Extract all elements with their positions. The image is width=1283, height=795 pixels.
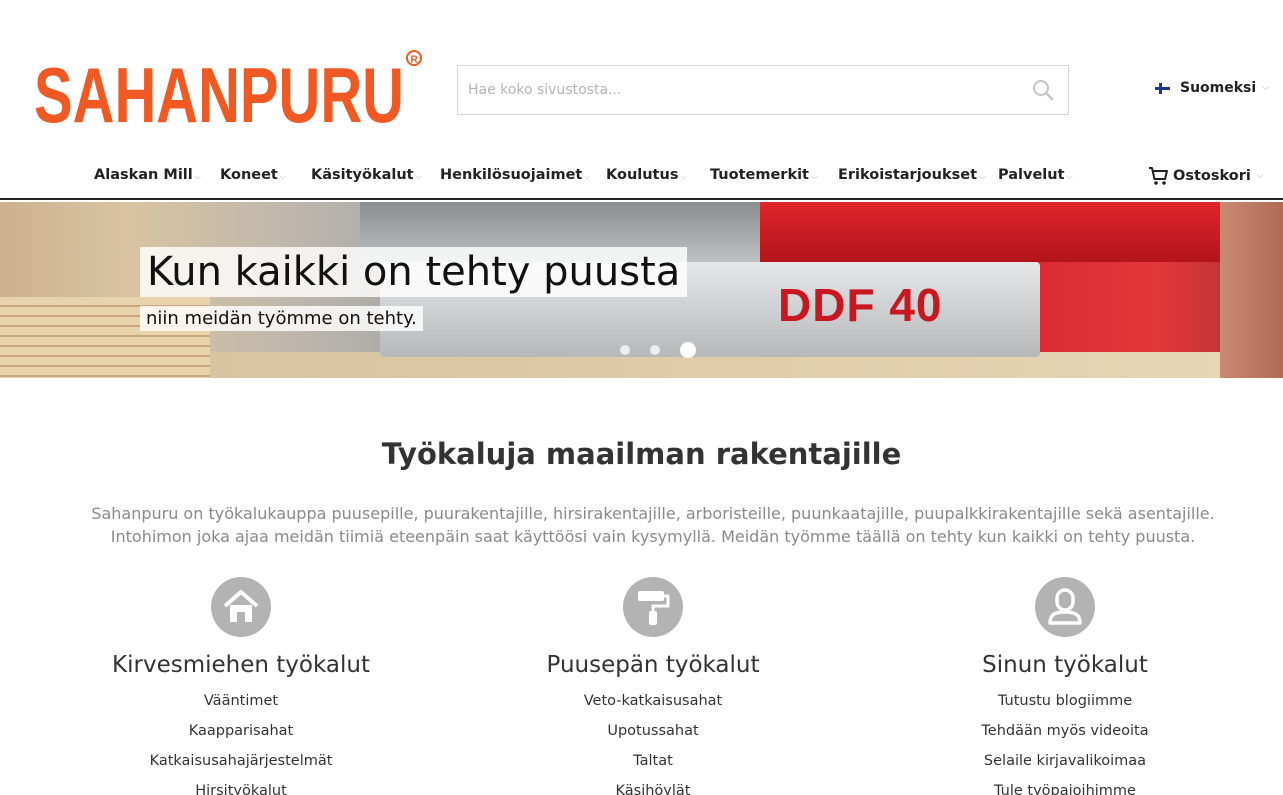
column-link[interactable]: Tule työpajoihimme bbox=[895, 776, 1235, 795]
nav-item-label: Käsityökalut bbox=[311, 167, 414, 183]
main-navigation: Alaskan Mill ⌵ Koneet ⌵ Käsityökalut ⌵ Henk… bbox=[0, 150, 1283, 200]
hero-title: Kun kaikki on tehty puusta bbox=[140, 247, 688, 297]
column-link[interactable]: Katkaisusahajärjestelmät bbox=[71, 746, 411, 776]
search-box bbox=[457, 65, 1069, 115]
slider-dot[interactable] bbox=[650, 345, 660, 355]
category-column-user: Sinun työkalut Tutustu blogiimme Tehdään… bbox=[895, 577, 1235, 795]
slider-dot[interactable] bbox=[620, 345, 630, 355]
nav-item-label: Koulutus bbox=[606, 167, 679, 183]
column-link[interactable]: Vääntimet bbox=[71, 686, 411, 716]
nav-item-label: Palvelut bbox=[998, 167, 1065, 183]
language-label: Suomeksi bbox=[1180, 80, 1257, 96]
intro-title: Työkaluja maailman rakentajille bbox=[381, 437, 902, 471]
finland-flag-icon bbox=[1155, 82, 1170, 94]
column-title: Sinun työkalut bbox=[982, 652, 1148, 678]
column-title: Kirvesmiehen työkalut bbox=[112, 652, 370, 678]
nav-item-label: Alaskan Mill bbox=[94, 167, 193, 183]
column-link[interactable]: Selaile kirjavalikoimaa bbox=[895, 746, 1235, 776]
site-header: SAHANPURU R Suomeksi ⌵ bbox=[0, 0, 1283, 150]
cart-button[interactable]: Ostoskori ⌵ bbox=[1148, 166, 1264, 186]
shopping-cart-icon bbox=[1149, 167, 1168, 185]
column-link[interactable]: Upotussahat bbox=[483, 716, 823, 746]
category-column-joiner: Puusepän työkalut Veto-katkaisusahat Upo… bbox=[483, 577, 823, 795]
slider-dot-active[interactable] bbox=[680, 342, 696, 358]
chevron-down-icon: ⌵ bbox=[811, 172, 818, 181]
nav-item-label: Erikoistarjoukset bbox=[838, 167, 978, 183]
column-link[interactable]: Tehdään myös videoita bbox=[895, 716, 1235, 746]
column-link[interactable]: Taltat bbox=[483, 746, 823, 776]
chevron-down-icon: ⌵ bbox=[584, 172, 591, 181]
nav-item-koneet[interactable]: Koneet ⌵ bbox=[220, 167, 286, 183]
column-link[interactable]: Hirsityökalut bbox=[71, 776, 411, 795]
chevron-down-icon: ⌵ bbox=[680, 172, 687, 181]
hero-model-label: DDF 40 bbox=[778, 279, 943, 331]
nav-item-label: Koneet bbox=[220, 167, 278, 183]
paint-roller-icon bbox=[623, 577, 683, 637]
user-icon bbox=[1035, 577, 1095, 637]
chevron-down-icon: ⌵ bbox=[1262, 83, 1270, 93]
nav-item-tuotemerkit[interactable]: Tuotemerkit ⌵ bbox=[710, 167, 817, 183]
language-selector[interactable]: Suomeksi ⌵ bbox=[1155, 80, 1269, 96]
search-input[interactable] bbox=[458, 66, 998, 114]
nav-item-palvelut[interactable]: Palvelut ⌵ bbox=[998, 167, 1073, 183]
chevron-down-icon: ⌵ bbox=[194, 172, 201, 181]
intro-text: Sahanpuru on työkalukauppa puusepille, p… bbox=[91, 504, 1215, 546]
hero-background-red bbox=[760, 202, 1283, 262]
category-column-carpenter: Kirvesmiehen työkalut Vääntimet Kaappari… bbox=[71, 577, 411, 795]
search-icon[interactable] bbox=[1032, 79, 1054, 101]
hero-background-hand bbox=[1220, 202, 1283, 378]
nav-item-alaskan-mill[interactable]: Alaskan Mill ⌵ bbox=[94, 167, 201, 183]
nav-item-erikoistarjoukset[interactable]: Erikoistarjoukset ⌵ bbox=[838, 167, 985, 183]
house-icon bbox=[211, 577, 271, 637]
nav-item-kasityokalut[interactable]: Käsityökalut ⌵ bbox=[311, 167, 422, 183]
nav-item-koulutus[interactable]: Koulutus ⌵ bbox=[606, 167, 687, 183]
hero-subtitle: niin meidän työmme on tehty. bbox=[140, 306, 423, 331]
svg-text:R: R bbox=[411, 55, 419, 66]
nav-item-label: Tuotemerkit bbox=[710, 167, 809, 183]
chevron-down-icon: ⌵ bbox=[279, 172, 286, 181]
column-link[interactable]: Tutustu blogiimme bbox=[895, 686, 1235, 716]
slider-dots bbox=[620, 342, 716, 358]
nav-item-henkilosuojaimet[interactable]: Henkilösuojaimet ⌵ bbox=[440, 167, 590, 183]
column-link[interactable]: Kaapparisahat bbox=[71, 716, 411, 746]
column-title: Puusepän työkalut bbox=[546, 652, 760, 678]
nav-item-label: Henkilösuojaimet bbox=[440, 167, 583, 183]
chevron-down-icon: ⌵ bbox=[1256, 171, 1264, 181]
column-link[interactable]: Käsihöylät bbox=[483, 776, 823, 795]
chevron-down-icon: ⌵ bbox=[415, 172, 422, 181]
logo-text: SAHANPURU bbox=[34, 51, 404, 134]
sahanpuru-logo-icon: SAHANPURU R bbox=[34, 50, 422, 139]
site-logo[interactable]: SAHANPURU R bbox=[34, 44, 424, 139]
cart-label: Ostoskori bbox=[1173, 168, 1251, 184]
chevron-down-icon: ⌵ bbox=[1066, 172, 1073, 181]
hero-slider[interactable]: DDF 40 Kun kaikki on tehty puusta niin m… bbox=[0, 202, 1283, 378]
column-link[interactable]: Veto-katkaisusahat bbox=[483, 686, 823, 716]
chevron-down-icon: ⌵ bbox=[979, 172, 986, 181]
